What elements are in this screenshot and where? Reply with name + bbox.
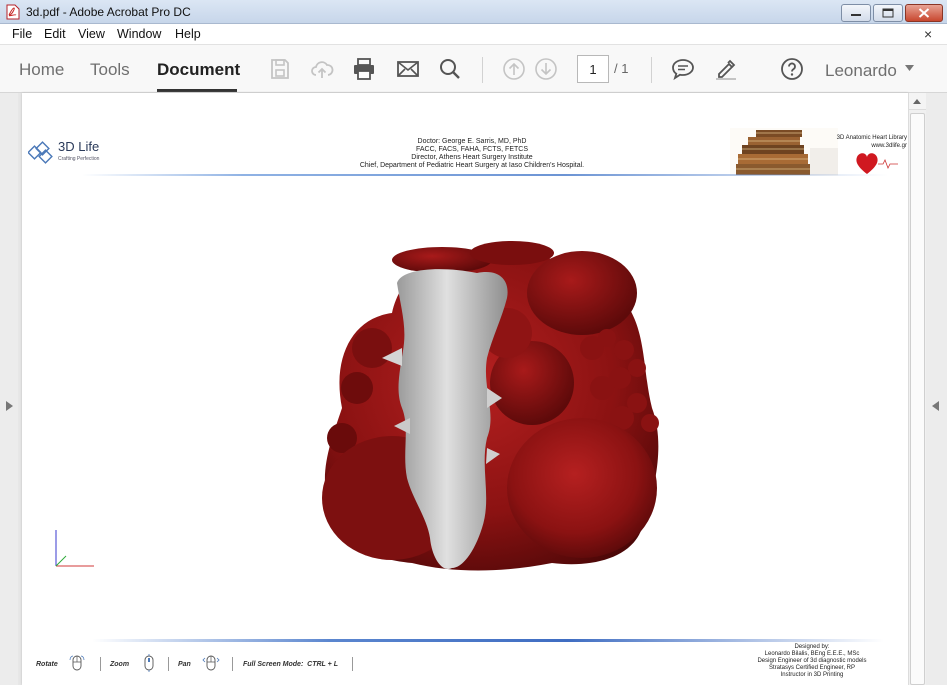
doctor-line: FACC, FACS, FAHA, FCTS, FETCS <box>415 146 528 153</box>
zoom-label: Zoom <box>110 661 130 668</box>
rotate-label: Rotate <box>36 661 58 668</box>
logo-tagline: Crafting Perfection <box>58 156 100 162</box>
menu-bar: File Edit View Window Help × <box>0 24 947 45</box>
title-bar: 3d.pdf - Adobe Acrobat Pro DC <box>0 0 947 24</box>
tab-home[interactable]: Home <box>19 60 64 80</box>
mouse-left-button-icon <box>69 655 85 671</box>
footer-divider <box>92 639 884 642</box>
minimize-icon <box>851 14 861 16</box>
scrollbar-thumb[interactable] <box>910 113 925 685</box>
3d-life-logo-icon <box>28 141 53 164</box>
right-pane-toggle[interactable] <box>926 93 947 685</box>
cloud-upload-icon[interactable] <box>310 57 334 81</box>
designer-line: Stratasys Certified Engineer, RP <box>768 665 856 671</box>
active-tab-indicator <box>157 89 237 92</box>
menu-window[interactable]: Window <box>117 27 161 41</box>
tab-tools[interactable]: Tools <box>90 60 130 80</box>
toolbar-separator <box>482 57 483 83</box>
heart-logo-icon <box>856 153 898 174</box>
designer-line: Design Engineer of 3d diagnostic models <box>757 658 867 664</box>
pdf-page: 3D Life Crafting Perfection Doctor: Geor… <box>22 93 908 685</box>
library-url: www.3dlife.gr <box>871 143 907 149</box>
doctor-line: Chief, Department of Pediatric Heart Sur… <box>359 162 585 169</box>
menu-help[interactable]: Help <box>175 27 201 41</box>
menu-view[interactable]: View <box>78 27 105 41</box>
help-icon[interactable] <box>780 57 804 81</box>
close-document-button[interactable]: × <box>924 26 932 42</box>
chevron-right-icon <box>6 401 13 411</box>
mouse-right-button-icon <box>202 655 220 671</box>
3d-axes-indicator <box>55 530 94 567</box>
page-up-icon[interactable] <box>502 57 526 81</box>
page-number-input[interactable]: 1 <box>577 55 609 83</box>
search-icon[interactable] <box>438 57 462 81</box>
designer-line: Designed by: <box>794 644 830 650</box>
controls-separator <box>232 657 233 671</box>
comment-icon[interactable] <box>671 57 695 81</box>
minimize-button[interactable] <box>841 4 871 22</box>
chevron-left-icon <box>932 401 939 411</box>
highlight-pen-icon[interactable] <box>714 57 738 81</box>
controls-separator <box>168 657 169 671</box>
logo-name: 3D Life <box>58 139 100 154</box>
designer-line: Instructor in 3D Printing <box>780 672 844 678</box>
page-total: / 1 <box>614 61 629 76</box>
main-toolbar: Home Tools Document 1 / 1 Leonardo <box>0 45 947 93</box>
3d-heart-model[interactable] <box>302 238 662 578</box>
user-account-name[interactable]: Leonardo <box>825 61 897 81</box>
maximize-button[interactable] <box>873 4 903 22</box>
chevron-up-icon <box>913 99 921 104</box>
header-divider <box>82 174 888 176</box>
library-title: 3D Anatomic Heart Library <box>836 135 907 141</box>
window-title: 3d.pdf - Adobe Acrobat Pro DC <box>26 5 191 19</box>
left-pane-toggle[interactable] <box>0 93 18 685</box>
acrobat-window: 3d.pdf - Adobe Acrobat Pro DC File Edit … <box>0 0 947 685</box>
pan-label: Pan <box>178 661 191 668</box>
close-icon <box>918 8 930 18</box>
save-icon[interactable] <box>268 57 292 81</box>
designer-line: Leonardo Bilalis, BEng E.E.E., MSc <box>764 651 860 657</box>
pdf-file-icon <box>6 4 20 20</box>
controls-separator <box>100 657 101 671</box>
mouse-scroll-wheel-icon <box>144 654 154 672</box>
page-down-icon[interactable] <box>534 57 558 81</box>
chevron-down-icon[interactable] <box>905 65 914 71</box>
close-button[interactable] <box>905 4 943 22</box>
document-workspace: 3D Life Crafting Perfection Doctor: Geor… <box>0 93 947 685</box>
scroll-up-button[interactable] <box>909 93 926 110</box>
controls-separator <box>352 657 353 671</box>
doctor-line: Doctor: George E. Sarris, MD, PhD <box>417 138 527 145</box>
toolbar-separator <box>651 57 652 83</box>
vertical-scrollbar[interactable] <box>908 93 926 685</box>
doctor-line: Director, Athens Heart Surgery Institute <box>411 154 533 161</box>
menu-edit[interactable]: Edit <box>44 27 66 41</box>
tab-document[interactable]: Document <box>157 60 240 80</box>
email-icon[interactable] <box>396 57 420 81</box>
menu-file[interactable]: File <box>12 27 32 41</box>
maximize-icon <box>882 8 894 18</box>
fullscreen-shortcut-label: Full Screen Mode: CTRL + L <box>243 661 338 668</box>
print-icon[interactable] <box>352 57 376 81</box>
